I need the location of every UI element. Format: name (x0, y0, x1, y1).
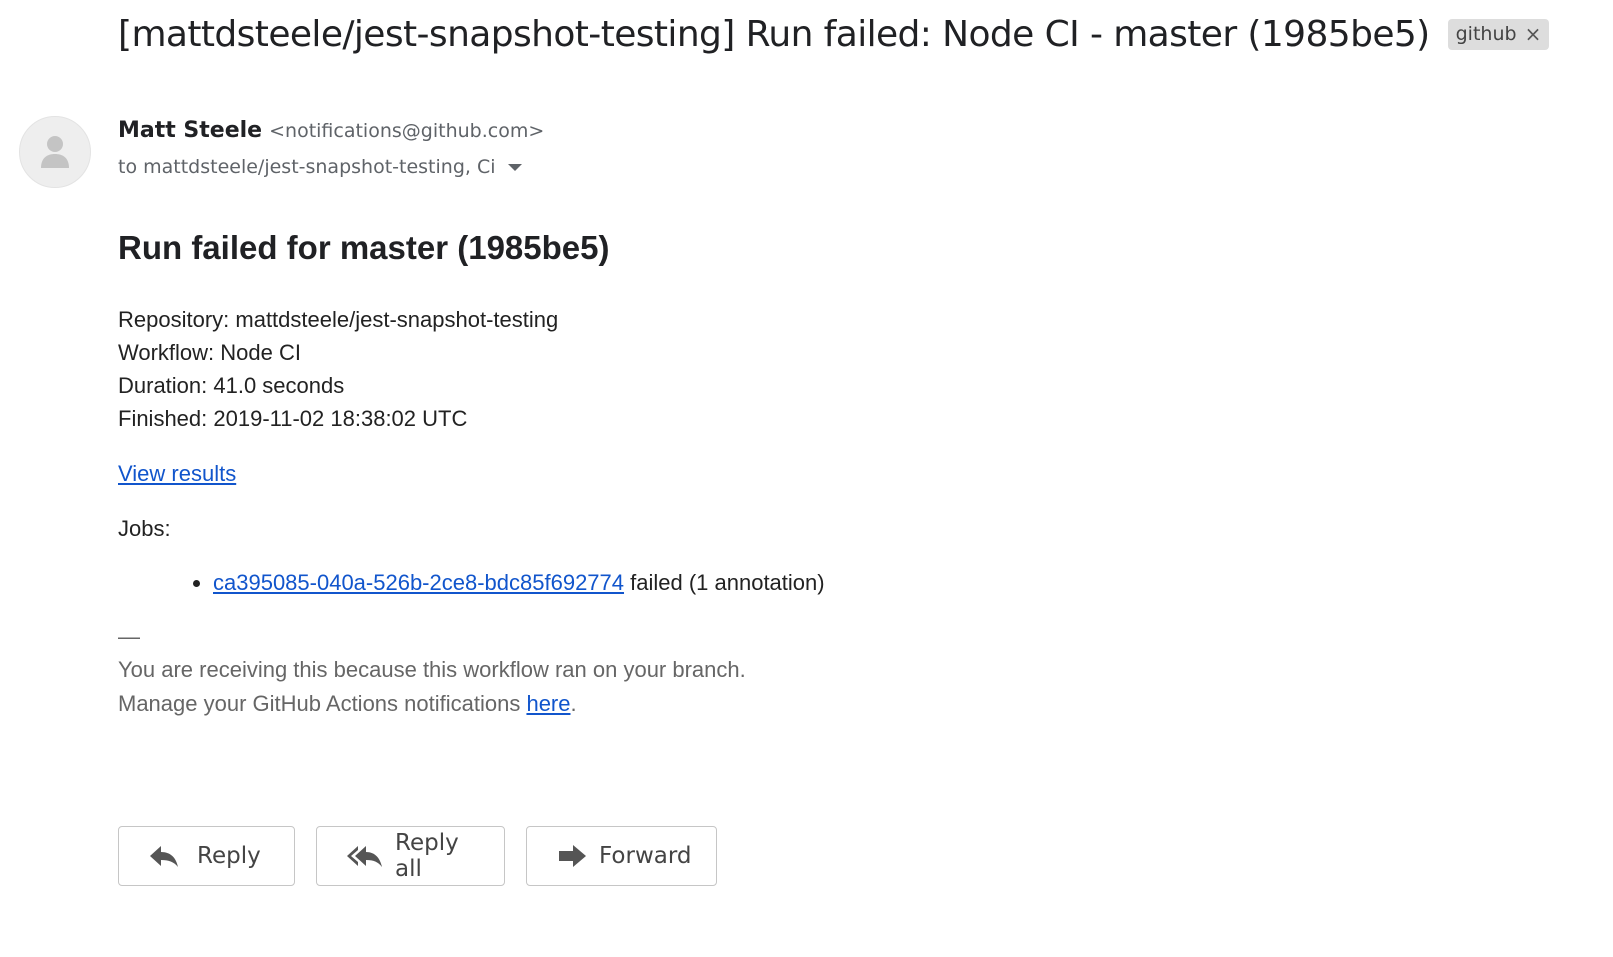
email-heading: Run failed for master (1985be5) (118, 229, 610, 266)
reply-label: Reply (197, 843, 261, 869)
recipients-row: to mattdsteele/jest-snapshot-testing, Ci (118, 156, 522, 178)
reply-icon (149, 844, 185, 868)
close-icon[interactable]: × (1525, 22, 1542, 46)
sender-row: Matt Steele <notifications@github.com> (118, 118, 544, 143)
jobs-label: Jobs: (118, 516, 171, 541)
forward-button[interactable]: Forward (526, 826, 717, 886)
footer-line-1: You are receiving this because this work… (118, 657, 746, 682)
footer-line-2: Manage your GitHub Actions notifications… (118, 687, 1518, 721)
meta-duration: Duration: 41.0 seconds (118, 373, 345, 398)
avatar[interactable] (19, 116, 91, 188)
reply-all-icon (347, 844, 383, 868)
forward-icon (557, 844, 587, 868)
label-chip-github[interactable]: github × (1447, 19, 1550, 50)
jobs-list: ca395085-040a-526b-2ce8-bdc85f692774 fai… (118, 566, 1518, 599)
email-subject: [mattdsteele/jest-snapshot-testing] Run … (118, 14, 1430, 55)
job-status: failed (1 annotation) (624, 570, 825, 595)
reply-button[interactable]: Reply (118, 826, 295, 886)
manage-notifications-link[interactable]: here (526, 691, 570, 716)
sender-email: <notifications@github.com> (269, 120, 545, 142)
reply-actions: Reply Reply all Forward (118, 826, 738, 886)
reply-all-button[interactable]: Reply all (316, 826, 505, 886)
job-link[interactable]: ca395085-040a-526b-2ce8-bdc85f692774 (213, 570, 624, 595)
email-body: Run failed for master (1985be5) Reposito… (118, 228, 1518, 721)
meta-finished: Finished: 2019-11-02 18:38:02 UTC (118, 406, 468, 431)
subject-row: [mattdsteele/jest-snapshot-testing] Run … (118, 14, 1550, 55)
view-results-link[interactable]: View results (118, 461, 236, 486)
forward-label: Forward (599, 843, 692, 869)
label-chip-text: github (1455, 23, 1517, 45)
email-view: [mattdsteele/jest-snapshot-testing] Run … (0, 0, 1613, 957)
person-icon (41, 136, 69, 168)
meta-repository: Repository: mattdsteele/jest-snapshot-te… (118, 307, 559, 332)
reply-all-label: Reply all (395, 830, 459, 882)
list-item: ca395085-040a-526b-2ce8-bdc85f692774 fai… (213, 566, 1518, 599)
caret-down-icon[interactable] (507, 163, 522, 171)
footer-divider: — (118, 624, 140, 649)
meta-workflow: Workflow: Node CI (118, 340, 301, 365)
recipients-text: to mattdsteele/jest-snapshot-testing, Ci (118, 156, 496, 178)
footer-line-2-prefix: Manage your GitHub Actions notifications (118, 691, 527, 716)
view-results-row: View results (118, 457, 1518, 490)
run-metadata: Repository: mattdsteele/jest-snapshot-te… (118, 303, 1518, 435)
footer-line-2-suffix: . (570, 691, 577, 716)
sender-name[interactable]: Matt Steele (118, 118, 262, 143)
